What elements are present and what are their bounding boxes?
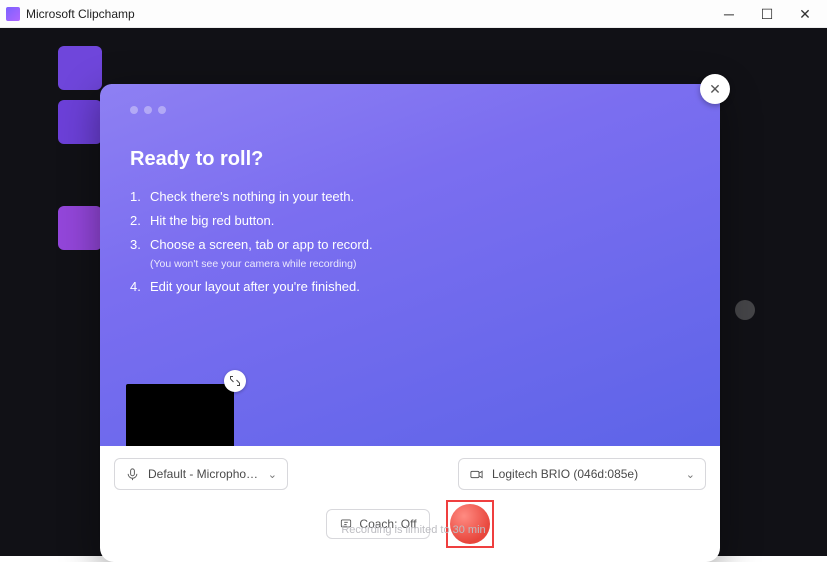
chevron-down-icon: ⌄ (268, 468, 277, 481)
instruction-text: Choose a screen, tab or app to record. (150, 237, 373, 252)
instruction-item: Choose a screen, tab or app to record. (… (130, 235, 690, 272)
app-icon (6, 7, 20, 21)
instruction-item: Hit the big red button. (130, 211, 690, 231)
camera-label: Logitech BRIO (046d:085e) (492, 467, 682, 481)
panel-header: ✕ Ready to roll? Check there's nothing i… (100, 84, 720, 446)
camera-preview-thumbnail (126, 384, 234, 446)
window-dots-decoration (130, 106, 690, 114)
instruction-text: Edit your layout after you're finished. (150, 279, 360, 294)
media-thumbnail (58, 206, 102, 250)
camera-select[interactable]: Logitech BRIO (046d:085e) ⌄ (458, 458, 706, 490)
camera-icon (469, 467, 484, 482)
instruction-list: Check there's nothing in your teeth. Hit… (130, 187, 690, 297)
chevron-down-icon: ⌄ (686, 468, 695, 481)
window-title: Microsoft Clipchamp (26, 7, 135, 21)
expand-preview-button[interactable] (224, 370, 246, 392)
app-body: ✕ Ready to roll? Check there's nothing i… (0, 28, 827, 556)
instruction-text: Hit the big red button. (150, 213, 274, 228)
close-window-button[interactable]: ✕ (797, 7, 813, 21)
maximize-button[interactable]: ☐ (759, 7, 775, 21)
instruction-text: Check there's nothing in your teeth. (150, 189, 354, 204)
close-icon: ✕ (709, 81, 721, 98)
record-setup-panel: ✕ Ready to roll? Check there's nothing i… (100, 84, 720, 562)
media-thumbnail (58, 100, 102, 144)
minimize-button[interactable]: ─ (721, 7, 737, 21)
window-titlebar: Microsoft Clipchamp ─ ☐ ✕ (0, 0, 827, 28)
close-panel-button[interactable]: ✕ (700, 74, 730, 104)
expand-icon (229, 375, 241, 387)
microphone-label: Default - Microphone (Lo... (148, 467, 264, 481)
recording-controls: Default - Microphone (Lo... ⌄ Logitech B… (100, 446, 720, 562)
media-thumbnail (58, 46, 102, 90)
microphone-select[interactable]: Default - Microphone (Lo... ⌄ (114, 458, 288, 490)
recording-limit-note: Recording is limited to 30 min (341, 524, 485, 536)
instruction-item: Check there's nothing in your teeth. (130, 187, 690, 207)
instruction-item: Edit your layout after you're finished. (130, 277, 690, 297)
background-control (735, 300, 755, 320)
panel-heading: Ready to roll? (130, 148, 690, 171)
instruction-subtext: (You won't see your camera while recordi… (150, 256, 690, 272)
microphone-icon (125, 467, 140, 482)
